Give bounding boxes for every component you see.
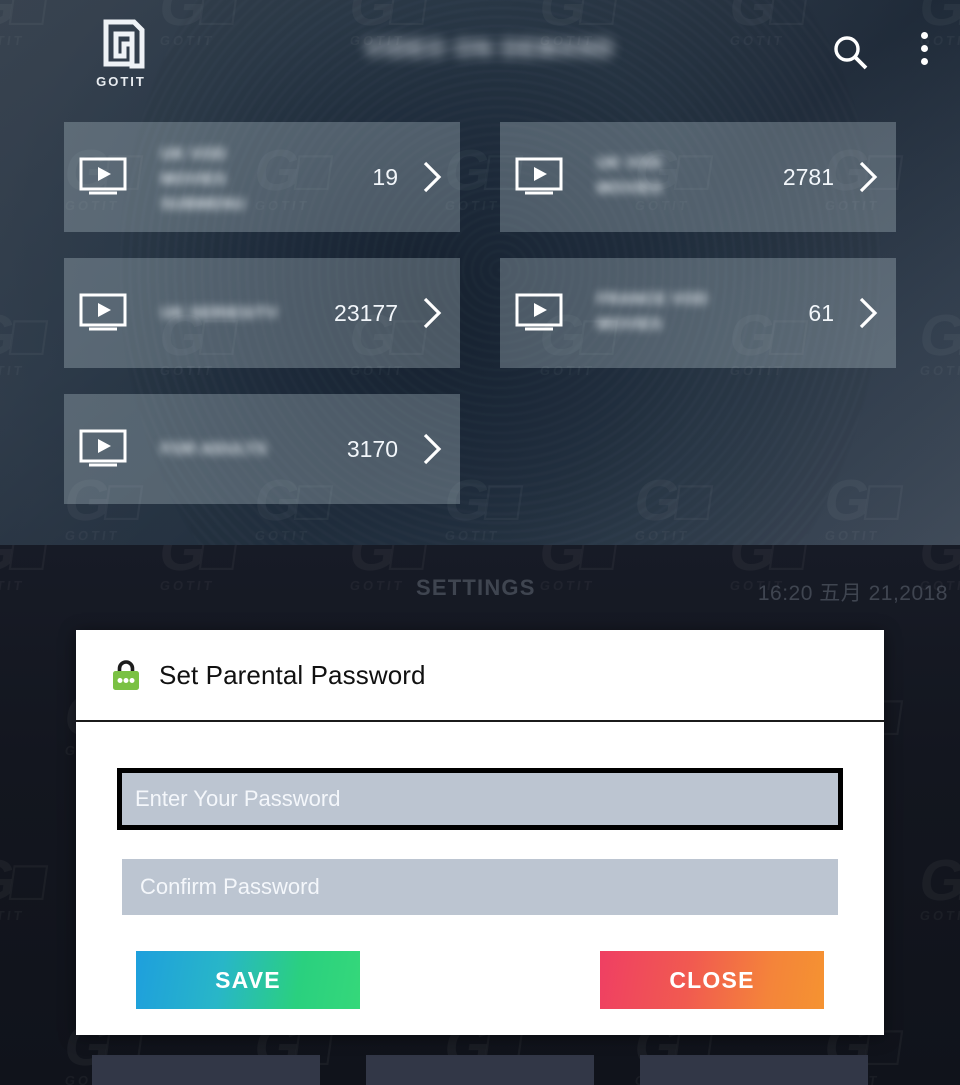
gotit-watermark: G□GOTIT xyxy=(916,303,960,378)
tile-label: FOR ADULTS xyxy=(161,441,268,458)
dialog-action-row: SAVE CLOSE xyxy=(122,951,838,1009)
set-parental-password-dialog: Set Parental Password Enter Your Passwor… xyxy=(76,630,884,1035)
close-button[interactable]: CLOSE xyxy=(600,951,824,1009)
page-title: VIDEO ON DEMAND xyxy=(365,35,615,61)
dialog-header: Set Parental Password xyxy=(76,630,884,722)
vod-category-grid: UK VOD MOVIES SUBMENU 19 UK VOD MOVIES 2781… xyxy=(64,122,896,530)
tile-count: 61 xyxy=(808,300,834,326)
chevron-right-icon xyxy=(859,161,878,193)
dot xyxy=(920,45,928,52)
vod-category-tile[interactable]: FOR ADULTS 3170 xyxy=(64,394,460,504)
app-logo: GOTIT xyxy=(92,16,150,92)
search-icon[interactable] xyxy=(830,32,872,74)
vod-screen: G□GOTITG□GOTITG□GOTITG□GOTITG□GOTITG□GOT… xyxy=(0,0,960,545)
more-vertical-icon[interactable] xyxy=(910,32,938,74)
tile-count: 23177 xyxy=(334,300,398,326)
dot xyxy=(920,32,928,39)
settings-title: SETTINGS xyxy=(416,575,536,600)
settings-tile[interactable] xyxy=(366,1055,594,1085)
clock-datetime: 16:20 五月 21,2018 xyxy=(757,582,948,605)
chevron-right-icon xyxy=(859,297,878,329)
gotit-watermark: G□GOTIT xyxy=(0,303,47,378)
settings-tile-row xyxy=(0,1055,960,1085)
chevron-right-icon xyxy=(423,433,442,465)
tile-label: FRANCE VOD MOVIES xyxy=(597,291,708,333)
tv-play-icon xyxy=(515,293,563,331)
tv-play-icon xyxy=(515,157,563,195)
logo-wordmark: GOTIT xyxy=(96,74,146,89)
save-button[interactable]: SAVE xyxy=(136,951,360,1009)
tile-row: UK VOD MOVIES SUBMENU 19 UK VOD MOVIES 2781 xyxy=(64,122,896,232)
gotit-watermark: G□GOTIT xyxy=(0,848,47,923)
vod-category-tile[interactable]: UK VOD MOVIES 2781 xyxy=(500,122,896,232)
dot xyxy=(920,58,928,65)
settings-tile[interactable] xyxy=(92,1055,320,1085)
tile-label: UK VOD MOVIES xyxy=(597,155,663,197)
tile-count: 19 xyxy=(372,164,398,190)
green-padlock-icon xyxy=(113,660,139,690)
gotit-logo-icon xyxy=(103,19,145,69)
app-header: GOTIT VIDEO ON DEMAND xyxy=(0,0,960,108)
chevron-right-icon xyxy=(423,161,442,193)
vod-category-tile[interactable]: UK VOD MOVIES SUBMENU 19 xyxy=(64,122,460,232)
tv-play-icon xyxy=(79,293,127,331)
field-spacer xyxy=(122,830,838,859)
tv-play-icon xyxy=(79,157,127,195)
vod-category-tile[interactable]: FRANCE VOD MOVIES 61 xyxy=(500,258,896,368)
password-input[interactable]: Enter Your Password xyxy=(117,768,843,830)
tile-count: 2781 xyxy=(782,164,834,190)
dialog-body: Enter Your Password Confirm Password SAV… xyxy=(76,722,884,1009)
chevron-right-icon xyxy=(423,297,442,329)
dialog-title: Set Parental Password xyxy=(159,659,426,690)
tile-spacer xyxy=(500,394,896,504)
confirm-password-input[interactable]: Confirm Password xyxy=(122,859,838,915)
tile-row: UK SERIES/TV 23177 FRANCE VOD MOVIES 61 xyxy=(64,258,896,368)
vod-category-tile[interactable]: UK SERIES/TV 23177 xyxy=(64,258,460,368)
tile-row: FOR ADULTS 3170 xyxy=(64,394,896,504)
search-glyph xyxy=(834,36,868,70)
gotit-watermark: G□GOTIT xyxy=(916,848,960,923)
settings-header: SETTINGS 16:20 五月 21,2018 xyxy=(0,545,960,630)
tile-label: UK VOD MOVIES SUBMENU xyxy=(161,146,246,213)
settings-tile[interactable] xyxy=(640,1055,868,1085)
tile-count: 3170 xyxy=(346,436,398,462)
tile-label: UK SERIES/TV xyxy=(161,305,279,322)
tv-play-icon xyxy=(79,429,127,467)
